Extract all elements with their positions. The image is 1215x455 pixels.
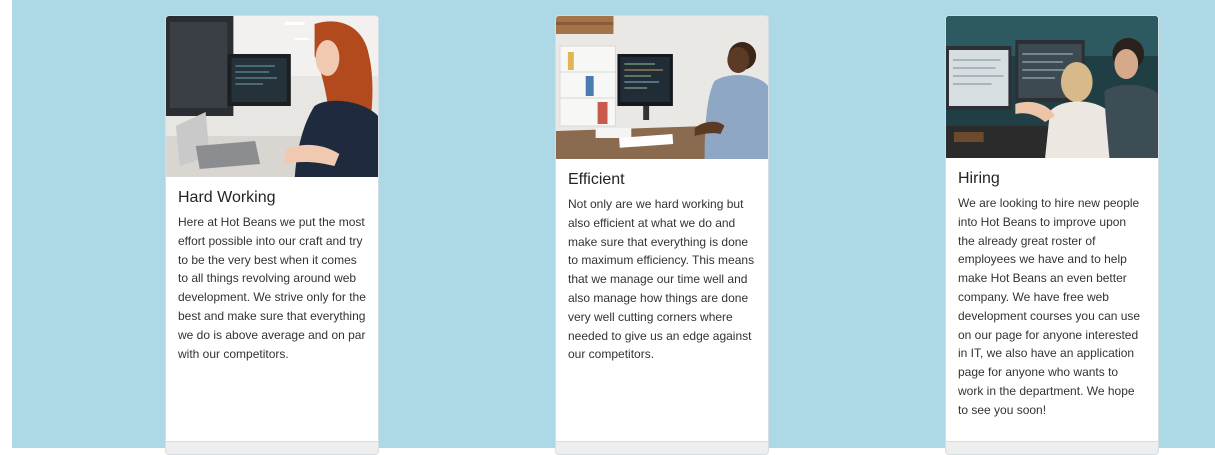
card-text: Not only are we hard working but also ef… [568,197,755,362]
feature-card-hiring: Hiring We are looking to hire new people… [945,15,1159,455]
feature-card-efficient: Efficient Not only are we hard working b… [555,15,769,455]
card-title: Efficient [568,171,625,188]
photo-team-at-monitors-image [946,16,1158,158]
card-text: Here at Hot Beans we put the most effort… [178,215,366,361]
photo-woman-at-computers-image [166,16,378,177]
card-body: Efficient Not only are we hard working b… [556,159,768,364]
card-body: Hiring We are looking to hire new people… [946,158,1158,420]
features-section: Hard Working Here at Hot Beans we put th… [12,0,1215,455]
card-text: We are looking to hire new people into H… [958,196,1141,417]
card-title: Hard Working [178,189,276,206]
feature-card-hard-working: Hard Working Here at Hot Beans we put th… [165,15,379,455]
card-title: Hiring [958,170,1000,187]
photo-man-at-desk-image [556,16,768,159]
card-body: Hard Working Here at Hot Beans we put th… [166,177,378,363]
